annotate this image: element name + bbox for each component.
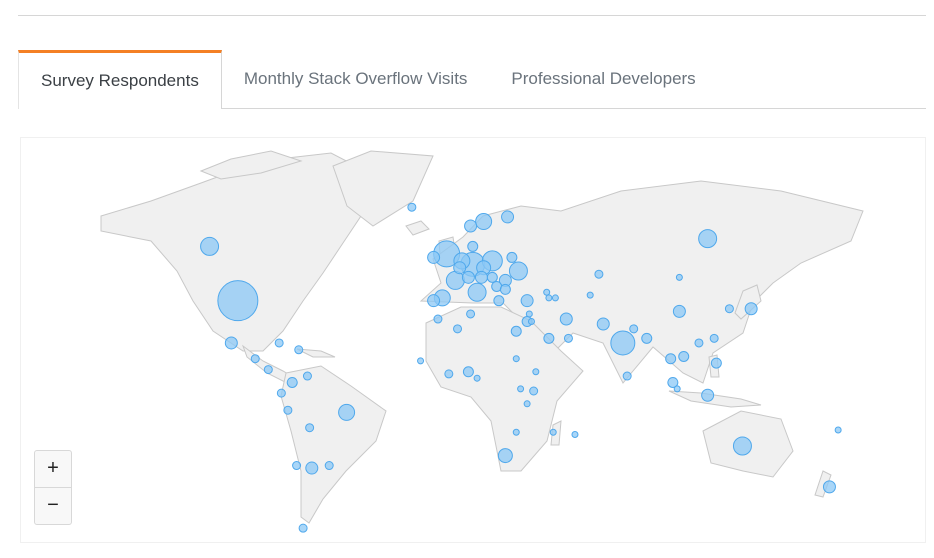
bubble-hong-kong[interactable]	[694, 338, 704, 348]
bubble-canada[interactable]	[200, 236, 220, 256]
bubble-guatemala[interactable]	[250, 354, 260, 364]
bubble-france[interactable]	[445, 270, 465, 290]
bubble-nepal[interactable]	[629, 324, 639, 334]
bubble-australia[interactable]	[732, 436, 752, 456]
bubble-madagascar[interactable]	[549, 428, 557, 436]
bubble-jordan[interactable]	[527, 318, 535, 326]
bubble-singapore[interactable]	[673, 385, 681, 393]
bubble-portugal[interactable]	[427, 294, 441, 308]
bubble-china[interactable]	[672, 304, 686, 318]
bubble-nigeria[interactable]	[462, 366, 474, 378]
bubble-ukraine[interactable]	[508, 261, 528, 281]
bubble-mexico[interactable]	[224, 336, 238, 350]
bubble-indonesia[interactable]	[701, 388, 715, 402]
bubble-uganda[interactable]	[517, 385, 525, 393]
tab-survey-respondents[interactable]: Survey Respondents	[18, 50, 222, 109]
bubble-ireland[interactable]	[427, 250, 441, 264]
indonesia	[668, 390, 762, 408]
bubble-costa-rica[interactable]	[263, 365, 273, 375]
bubble-kazakhstan[interactable]	[594, 269, 604, 279]
bubble-austria[interactable]	[474, 270, 488, 284]
bubble-bolivia[interactable]	[305, 423, 315, 433]
bubble-zimbabwe[interactable]	[512, 428, 520, 436]
bubble-iceland[interactable]	[407, 202, 417, 212]
bubble-venezuela[interactable]	[302, 371, 312, 381]
bubble-norway[interactable]	[464, 219, 478, 233]
bubble-tierra-del-fuego[interactable]	[298, 523, 308, 533]
bubble-colombia[interactable]	[286, 376, 298, 388]
bubble-japan[interactable]	[744, 302, 758, 316]
bubble-denmark[interactable]	[467, 240, 479, 252]
iceland	[405, 220, 430, 236]
bubble-sri-lanka[interactable]	[622, 371, 632, 381]
bubble-taiwan[interactable]	[709, 333, 719, 343]
bubble-sudan[interactable]	[512, 355, 520, 363]
land-layer	[100, 150, 864, 524]
bubble-united-arab-emirates[interactable]	[563, 333, 573, 343]
bubble-belarus[interactable]	[506, 251, 518, 263]
bubble-fiji[interactable]	[834, 426, 842, 434]
bubble-philippines[interactable]	[710, 357, 722, 369]
bubble-ghana[interactable]	[444, 369, 454, 379]
bubble-russia[interactable]	[698, 229, 718, 249]
tab-professional-developers[interactable]: Professional Developers	[489, 50, 717, 105]
bubble-mongolia[interactable]	[675, 273, 683, 281]
tab-monthly-visits[interactable]: Monthly Stack Overflow Visits	[222, 50, 490, 105]
bubble-south-africa[interactable]	[497, 448, 513, 464]
bubble-cuba[interactable]	[274, 338, 284, 348]
bubble-italy[interactable]	[467, 282, 487, 302]
top-divider	[18, 15, 926, 16]
bubble-ethiopia[interactable]	[532, 368, 540, 376]
bubble-hungary[interactable]	[486, 271, 498, 283]
zoom-in-button[interactable]: +	[35, 451, 71, 487]
world-map[interactable]: + −	[20, 137, 926, 543]
south-america	[280, 365, 387, 524]
bubble-saudi-arabia[interactable]	[543, 332, 555, 344]
bubble-mauritius[interactable]	[571, 430, 579, 438]
bubble-uzbekistan[interactable]	[586, 291, 594, 299]
bubble-azerbaijan[interactable]	[551, 294, 559, 302]
bubble-dominican-republic[interactable]	[294, 345, 304, 355]
bubble-uruguay[interactable]	[324, 461, 334, 471]
bubble-armenia[interactable]	[545, 294, 553, 302]
bubble-india[interactable]	[610, 330, 636, 356]
bubble-argentina[interactable]	[305, 461, 319, 475]
bubble-egypt[interactable]	[510, 325, 522, 337]
bubble-senegal[interactable]	[417, 357, 425, 365]
bubble-sweden[interactable]	[475, 213, 493, 231]
bubble-kenya[interactable]	[529, 386, 539, 396]
tab-bar: Survey Respondents Monthly Stack Overflo…	[18, 50, 926, 109]
zoom-control: + −	[34, 450, 72, 525]
bubble-georgia[interactable]	[543, 288, 551, 296]
map-canvas[interactable]	[21, 138, 926, 543]
bubble-cameroon[interactable]	[473, 374, 481, 382]
bubble-bulgaria[interactable]	[499, 283, 511, 295]
bubble-tunisia[interactable]	[466, 309, 476, 319]
bubble-belgium[interactable]	[453, 261, 467, 275]
bubble-thailand[interactable]	[665, 353, 677, 365]
bubble-brazil[interactable]	[338, 403, 356, 421]
bubble-bangladesh[interactable]	[641, 332, 653, 344]
zoom-out-button[interactable]: −	[35, 487, 71, 524]
bubble-chile[interactable]	[292, 461, 302, 471]
bubble-new-zealand[interactable]	[822, 480, 836, 494]
bubble-greece[interactable]	[493, 295, 505, 307]
bubble-south-korea[interactable]	[724, 304, 734, 314]
bubble-lebanon[interactable]	[525, 310, 533, 318]
bubble-ecuador[interactable]	[276, 388, 286, 398]
bubble-pakistan[interactable]	[596, 317, 610, 331]
bubble-iran[interactable]	[559, 312, 573, 326]
bubble-united-states[interactable]	[217, 280, 259, 322]
bubble-peru[interactable]	[283, 405, 293, 415]
bubble-switzerland[interactable]	[461, 270, 475, 284]
bubble-morocco[interactable]	[433, 314, 443, 324]
bubble-finland[interactable]	[501, 210, 515, 224]
bubble-turkey[interactable]	[520, 294, 534, 308]
bubble-tanzania[interactable]	[523, 400, 531, 408]
bubble-algeria[interactable]	[453, 324, 463, 334]
bubble-vietnam[interactable]	[678, 350, 690, 362]
